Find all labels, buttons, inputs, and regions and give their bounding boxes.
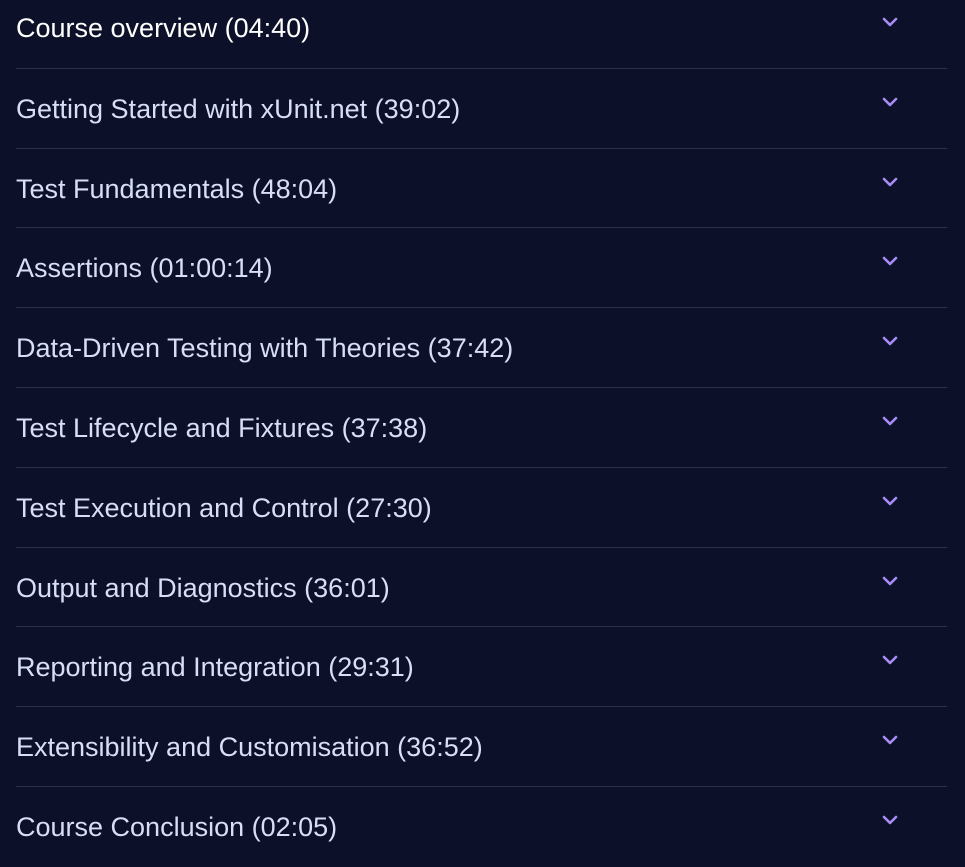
module-item-7[interactable]: Test Execution and Control (27:30): [16, 468, 947, 548]
chevron-down-icon[interactable]: [880, 175, 900, 189]
module-item-3[interactable]: Test Fundamentals (48:04): [16, 149, 947, 229]
module-title: Getting Started with xUnit.net (39:02): [16, 93, 461, 124]
module-item-4[interactable]: Assertions (01:00:14): [16, 228, 947, 309]
module-item-10[interactable]: Extensibility and Customisation (36:52): [16, 707, 947, 787]
module-title: Assertions (01:00:14): [16, 253, 273, 284]
chevron-down-icon[interactable]: [880, 15, 900, 29]
chevron-down-icon[interactable]: [880, 574, 900, 588]
module-title: Test Fundamentals (48:04): [16, 173, 338, 204]
chevron-down-icon[interactable]: [880, 653, 900, 667]
chevron-down-icon[interactable]: [880, 494, 900, 508]
chevron-down-icon[interactable]: [880, 813, 900, 827]
chevron-down-icon[interactable]: [880, 334, 900, 348]
chevron-down-icon[interactable]: [880, 95, 900, 109]
module-item-2[interactable]: Getting Started with xUnit.net (39:02): [16, 69, 947, 149]
module-title: Test Execution and Control (27:30): [16, 492, 432, 523]
module-item-6[interactable]: Test Lifecycle and Fixtures (37:38): [16, 388, 947, 468]
module-item-8[interactable]: Output and Diagnostics (36:01): [16, 548, 947, 628]
module-title: Course Conclusion (02:05): [16, 811, 338, 842]
course-module-list: Course overview (04:40) Getting Started …: [16, 0, 947, 867]
module-title: Extensibility and Customisation (36:52): [16, 732, 483, 763]
module-title: Output and Diagnostics (36:01): [16, 572, 390, 603]
module-title: Reporting and Integration (29:31): [16, 652, 414, 683]
module-title: Course overview (04:40): [16, 13, 311, 43]
module-item-1[interactable]: Course overview (04:40): [16, 0, 947, 69]
module-item-9[interactable]: Reporting and Integration (29:31): [16, 627, 947, 708]
module-item-5[interactable]: Data-Driven Testing with Theories (37:42…: [16, 308, 947, 388]
chevron-down-icon[interactable]: [880, 254, 900, 268]
module-title: Data-Driven Testing with Theories (37:42…: [16, 333, 514, 364]
module-title: Test Lifecycle and Fixtures (37:38): [16, 412, 428, 443]
chevron-down-icon[interactable]: [880, 733, 900, 747]
module-item-11[interactable]: Course Conclusion (02:05): [16, 787, 947, 867]
chevron-down-icon[interactable]: [880, 414, 900, 428]
